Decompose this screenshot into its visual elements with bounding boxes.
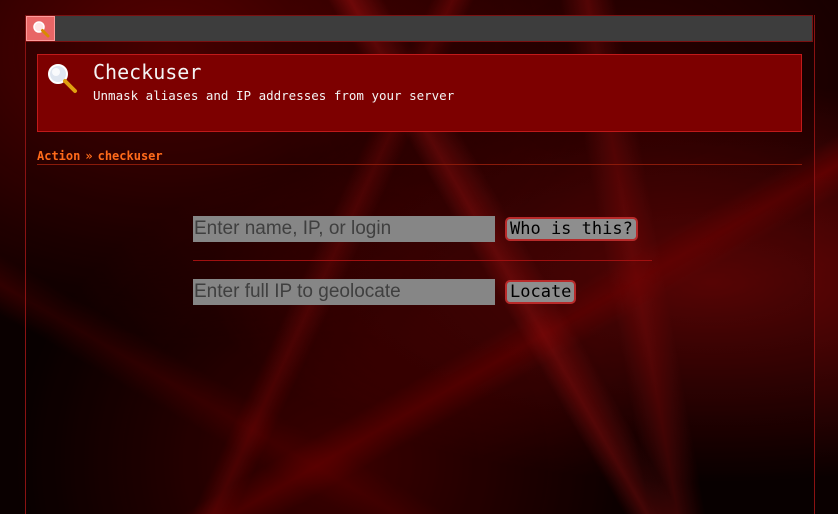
breadcrumb-current: checkuser [97, 149, 163, 163]
page-header: Checkuser Unmask aliases and IP addresse… [37, 54, 802, 132]
search-toggle-button[interactable] [26, 16, 55, 41]
geolocate-input[interactable] [193, 279, 495, 305]
page-title: Checkuser [93, 60, 202, 84]
breadcrumb: Action » checkuser [37, 149, 163, 163]
breadcrumb-divider [37, 164, 802, 165]
magnifier-icon [48, 64, 77, 93]
breadcrumb-action-link[interactable]: Action [37, 149, 80, 163]
search-icon [32, 20, 49, 37]
lookup-input[interactable] [193, 216, 495, 242]
breadcrumb-separator: » [85, 149, 93, 163]
top-bar [25, 15, 813, 42]
form-divider [193, 260, 652, 261]
locate-button[interactable]: Locate [505, 280, 577, 304]
page-subtitle: Unmask aliases and IP addresses from you… [93, 88, 455, 103]
who-is-this-button[interactable]: Who is this? [505, 217, 638, 241]
